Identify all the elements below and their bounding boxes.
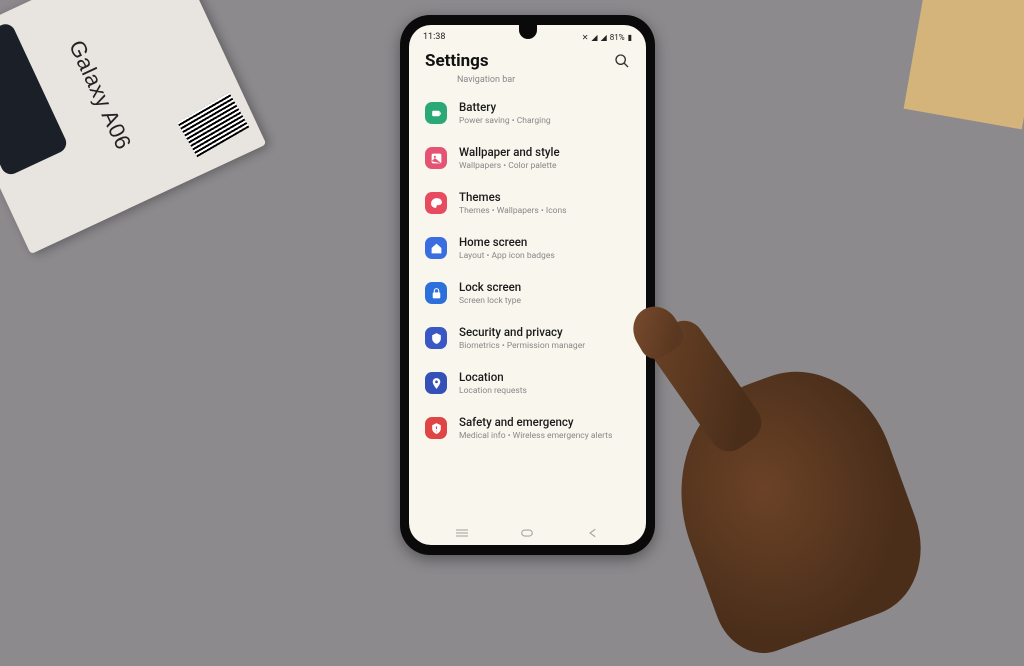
settings-item-location[interactable]: Location Location requests xyxy=(409,361,646,406)
wooden-prop xyxy=(904,0,1024,129)
recents-button[interactable] xyxy=(453,525,471,539)
item-subtitle: Screen lock type xyxy=(459,296,630,307)
phone-screen: 11:38 ✕ ◢ ◢ 81% ▮ Settings Navigation ba… xyxy=(409,25,646,545)
lock-icon xyxy=(425,282,447,304)
navigation-bar xyxy=(409,517,646,545)
wifi-icon: ◢ xyxy=(591,33,597,42)
box-phone-image xyxy=(0,21,69,177)
status-time: 11:38 xyxy=(423,32,445,42)
settings-item-security[interactable]: Security and privacy Biometrics • Permis… xyxy=(409,316,646,361)
box-product-name: Galaxy A06 xyxy=(63,36,136,153)
settings-item-wallpaper[interactable]: Wallpaper and style Wallpapers • Color p… xyxy=(409,136,646,181)
previous-section-label: Navigation bar xyxy=(409,75,646,85)
item-subtitle: Themes • Wallpapers • Icons xyxy=(459,206,630,217)
item-title: Themes xyxy=(459,190,630,205)
settings-item-safety[interactable]: Safety and emergency Medical info • Wire… xyxy=(409,406,646,451)
location-pin-icon xyxy=(425,372,447,394)
settings-item-themes[interactable]: Themes Themes • Wallpapers • Icons xyxy=(409,181,646,226)
wallpaper-icon xyxy=(425,147,447,169)
item-title: Security and privacy xyxy=(459,325,630,340)
home-button[interactable] xyxy=(518,525,536,539)
settings-item-battery[interactable]: Battery Power saving • Charging xyxy=(409,91,646,136)
battery-icon xyxy=(425,102,447,124)
search-icon[interactable] xyxy=(614,53,630,69)
item-title: Lock screen xyxy=(459,280,630,295)
settings-list[interactable]: Battery Power saving • Charging Wallpape… xyxy=(409,85,646,517)
themes-icon xyxy=(425,192,447,214)
signal-icon: ◢ xyxy=(601,33,607,42)
battery-icon: ▮ xyxy=(628,33,632,42)
item-title: Location xyxy=(459,370,630,385)
item-title: Safety and emergency xyxy=(459,415,630,430)
status-indicators: ✕ ◢ ◢ 81% ▮ xyxy=(582,33,632,42)
settings-item-lock-screen[interactable]: Lock screen Screen lock type xyxy=(409,271,646,316)
item-title: Battery xyxy=(459,100,630,115)
product-box-prop: Galaxy A06 xyxy=(0,0,266,254)
barcode xyxy=(177,93,249,158)
item-title: Home screen xyxy=(459,235,630,250)
battery-percent: 81% xyxy=(610,33,625,42)
item-subtitle: Power saving • Charging xyxy=(459,116,630,127)
page-title: Settings xyxy=(425,51,489,71)
item-title: Wallpaper and style xyxy=(459,145,630,160)
item-subtitle: Location requests xyxy=(459,386,630,397)
settings-header: Settings xyxy=(409,45,646,75)
safety-icon xyxy=(425,417,447,439)
home-icon xyxy=(425,237,447,259)
settings-item-home-screen[interactable]: Home screen Layout • App icon badges xyxy=(409,226,646,271)
vibrate-icon: ✕ xyxy=(582,33,589,42)
back-button[interactable] xyxy=(584,525,602,539)
item-subtitle: Biometrics • Permission manager xyxy=(459,341,630,352)
phone-device: 11:38 ✕ ◢ ◢ 81% ▮ Settings Navigation ba… xyxy=(400,15,655,555)
shield-icon xyxy=(425,327,447,349)
item-subtitle: Layout • App icon badges xyxy=(459,251,630,262)
item-subtitle: Medical info • Wireless emergency alerts xyxy=(459,431,630,442)
item-subtitle: Wallpapers • Color palette xyxy=(459,161,630,172)
